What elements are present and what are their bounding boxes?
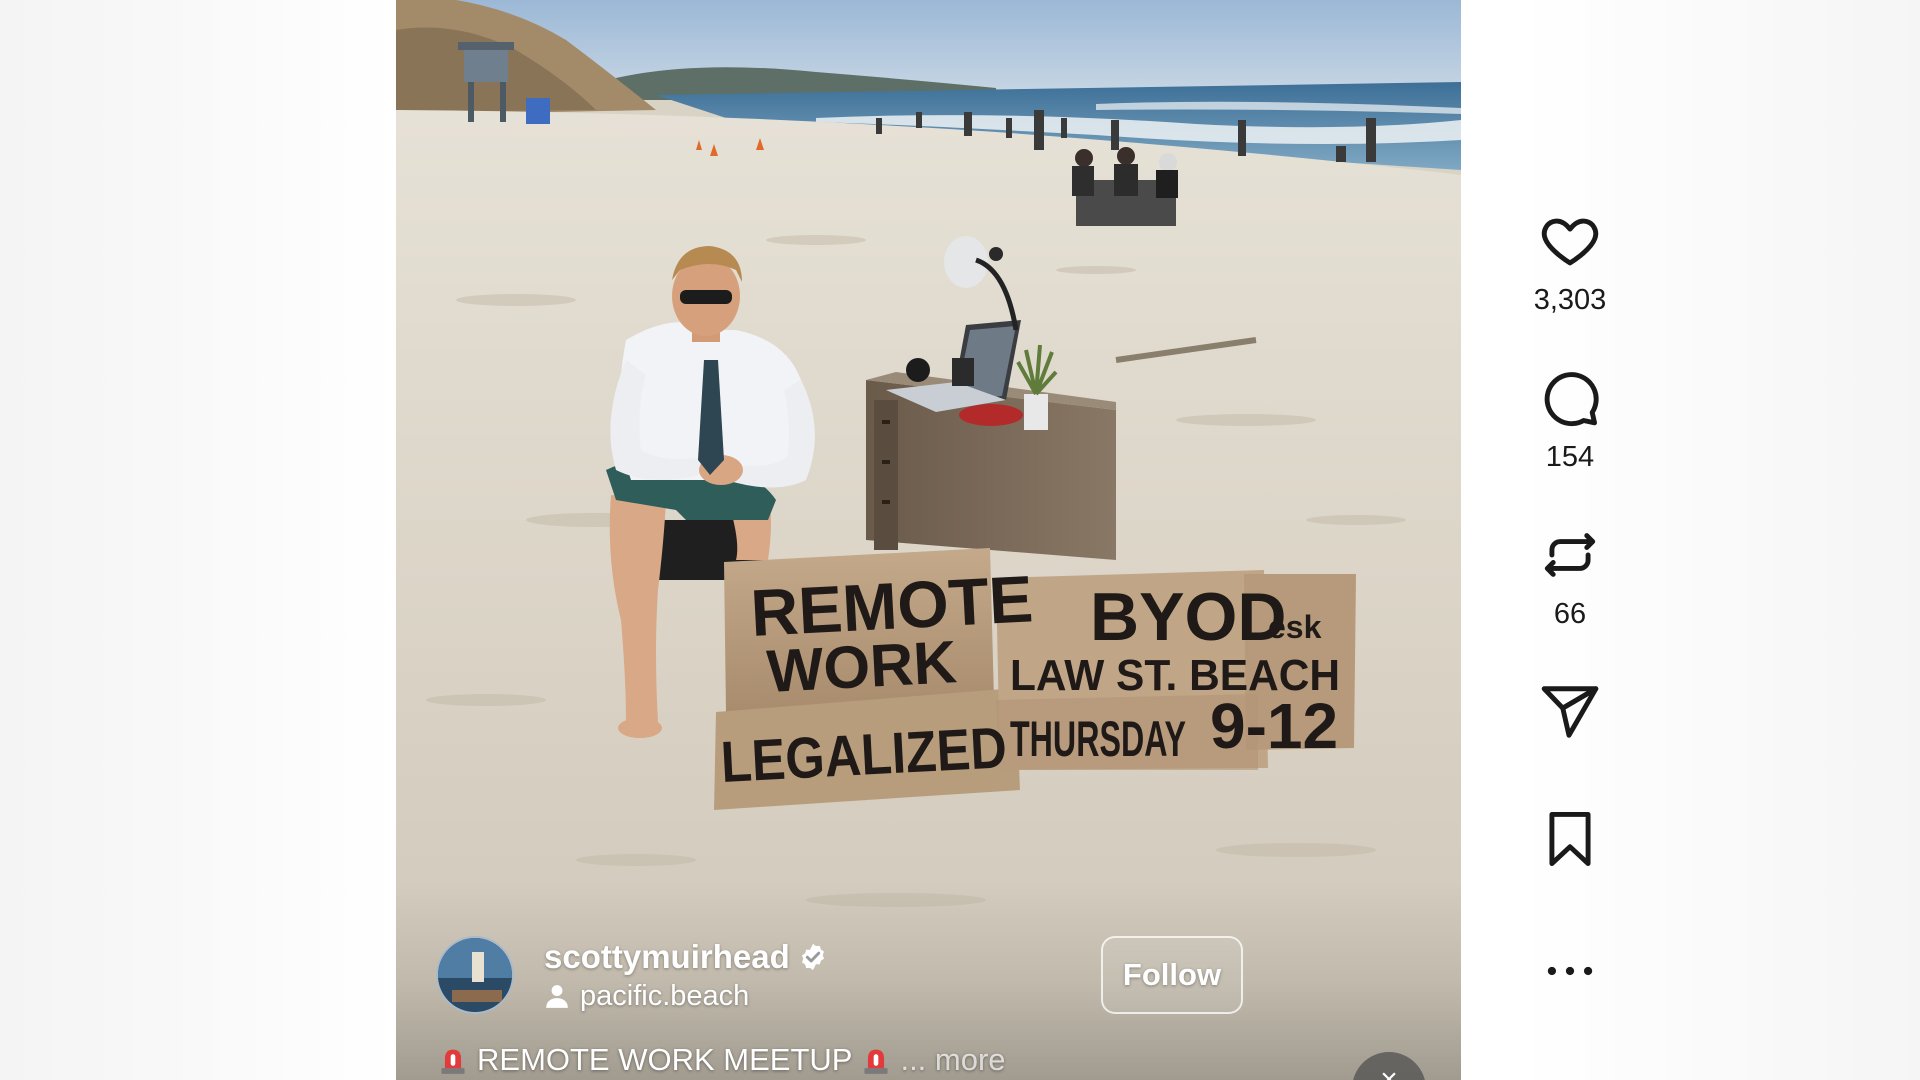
repost-button[interactable]: 66 xyxy=(1539,524,1601,631)
location-row[interactable]: pacific.beach xyxy=(544,980,828,1013)
post-caption[interactable]: REMOTE WORK MEETUP ... more xyxy=(439,1040,1006,1080)
like-count: 3,303 xyxy=(1533,284,1607,316)
paper-plane-icon xyxy=(1541,686,1599,738)
comment-button[interactable]: 154 xyxy=(1539,367,1601,474)
more-options-button[interactable] xyxy=(1539,940,1601,1002)
action-rail: 3,303 154 66 xyxy=(1520,210,1620,1002)
heart-icon xyxy=(1541,218,1599,266)
save-button[interactable] xyxy=(1539,808,1601,870)
username-link[interactable]: scottymuirhead xyxy=(544,938,790,976)
location-link[interactable]: pacific.beach xyxy=(580,980,749,1013)
follow-button[interactable]: Follow xyxy=(1101,936,1243,1014)
share-button[interactable] xyxy=(1539,681,1601,743)
avatar[interactable] xyxy=(436,936,514,1014)
post-author: scottymuirhead pacific.beach xyxy=(436,935,828,1015)
sign-time-text: 9-12 xyxy=(1210,690,1338,762)
author-text-block: scottymuirhead pacific.beach xyxy=(544,938,828,1013)
comment-bubble-icon xyxy=(1544,372,1599,427)
bookmark-icon xyxy=(1549,812,1591,866)
rotating-light-icon xyxy=(864,1049,888,1074)
sign-byod-text: BYOD xyxy=(1090,579,1286,655)
rotating-light-icon xyxy=(441,1049,465,1074)
sign-work-text: WORK xyxy=(765,628,958,705)
caption-more-link[interactable]: ... more xyxy=(900,1042,1005,1078)
app-stage: REMOTE WORK LEGALIZED BYOD esk LAW ST. B… xyxy=(0,0,1920,1080)
verified-badge-icon xyxy=(801,943,824,970)
repost-icon xyxy=(1544,533,1596,577)
left-backdrop xyxy=(0,0,396,1080)
person-icon xyxy=(546,985,568,1008)
comment-count: 154 xyxy=(1545,441,1595,473)
repost-count: 66 xyxy=(1553,598,1587,630)
username-row: scottymuirhead xyxy=(544,938,828,976)
like-button[interactable]: 3,303 xyxy=(1533,210,1607,317)
sign-byod-suffix-text: esk xyxy=(1268,609,1322,645)
more-horizontal-icon xyxy=(1547,966,1593,976)
reel-video[interactable]: REMOTE WORK LEGALIZED BYOD esk LAW ST. B… xyxy=(396,0,1461,1080)
sign-thursday-text: THURSDAY xyxy=(1010,711,1186,767)
caption-text: REMOTE WORK MEETUP xyxy=(477,1042,853,1077)
